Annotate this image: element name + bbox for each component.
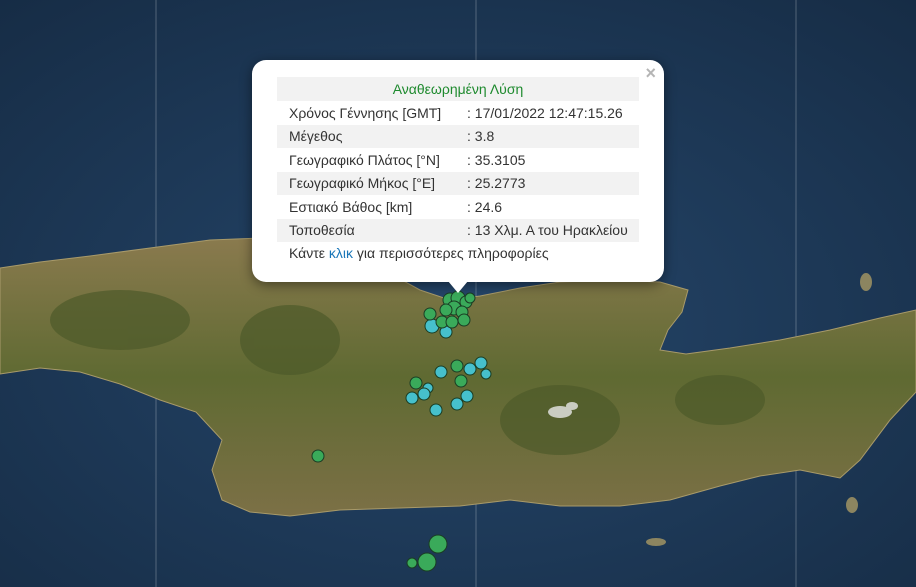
quake-marker[interactable] [423, 307, 437, 321]
quake-marker[interactable] [474, 356, 488, 370]
quake-marker[interactable] [434, 365, 448, 379]
row-label: Χρόνος Γέννησης [GMT] [289, 104, 442, 121]
quake-marker[interactable] [406, 557, 418, 569]
quake-marker[interactable] [450, 397, 464, 411]
row-value: : 3.8 [467, 124, 639, 148]
table-row: Γεωγραφικό Μήκος [°E] : 25.2773 [277, 171, 639, 195]
popup-content: Αναθεωρημένη Λύση Χρόνος Γέννησης [GMT] … [277, 77, 639, 261]
quake-marker[interactable] [409, 376, 423, 390]
popup-tip [448, 281, 468, 293]
row-label: Εστιακό Βάθος [km] [289, 198, 413, 215]
quake-marker[interactable] [428, 534, 448, 554]
close-icon[interactable]: × [645, 63, 656, 83]
quake-marker[interactable] [450, 359, 464, 373]
row-value: : 25.2773 [467, 171, 639, 195]
row-value: : 35.3105 [467, 151, 526, 168]
quake-marker[interactable] [457, 313, 471, 327]
more-info-text: Κάντε κλικ για περισσότερες πληροφορίες [277, 245, 639, 261]
row-label: Γεωγραφικό Πλάτος [°N] [289, 151, 440, 168]
quake-marker[interactable] [405, 391, 419, 405]
quake-marker[interactable] [480, 368, 492, 380]
table-row: Μέγεθος : 3.8 [277, 124, 639, 148]
quake-marker[interactable] [429, 403, 443, 417]
quake-marker[interactable] [445, 315, 459, 329]
quake-marker[interactable] [463, 362, 477, 376]
more-info-link[interactable]: κλικ [329, 245, 353, 261]
quake-marker[interactable] [464, 292, 476, 304]
quake-marker[interactable] [417, 552, 437, 572]
row-label: Τοποθεσία [277, 218, 467, 242]
row-value: : 24.6 [467, 198, 503, 215]
earthquake-details-table: Χρόνος Γέννησης [GMT] : 17/01/2022 12:47… [277, 101, 639, 242]
quake-marker[interactable] [454, 374, 468, 388]
row-label: Γεωγραφικό Μήκος [°E] [277, 171, 467, 195]
row-value: : 13 Χλμ. Α του Ηρακλείου [467, 218, 639, 242]
row-value: : 17/01/2022 12:47:15.26 [467, 104, 623, 121]
quake-marker[interactable] [311, 449, 325, 463]
popup-title: Αναθεωρημένη Λύση [277, 77, 639, 101]
quake-marker[interactable] [460, 389, 474, 403]
more-info-suffix: για περισσότερες πληροφορίες [353, 245, 549, 261]
row-label: Μέγεθος [277, 124, 467, 148]
quake-marker[interactable] [417, 387, 431, 401]
table-row: Τοποθεσία : 13 Χλμ. Α του Ηρακλείου [277, 218, 639, 242]
table-row: Χρόνος Γέννησης [GMT] : 17/01/2022 12:47… [277, 101, 639, 125]
earthquake-info-popup: × Αναθεωρημένη Λύση Χρόνος Γέννησης [GMT… [252, 60, 664, 282]
table-row: Γεωγραφικό Πλάτος [°N] : 35.3105 [277, 148, 639, 172]
more-info-prefix: Κάντε [289, 245, 329, 261]
quake-marker[interactable] [439, 303, 453, 317]
table-row: Εστιακό Βάθος [km] : 24.6 [277, 195, 639, 219]
